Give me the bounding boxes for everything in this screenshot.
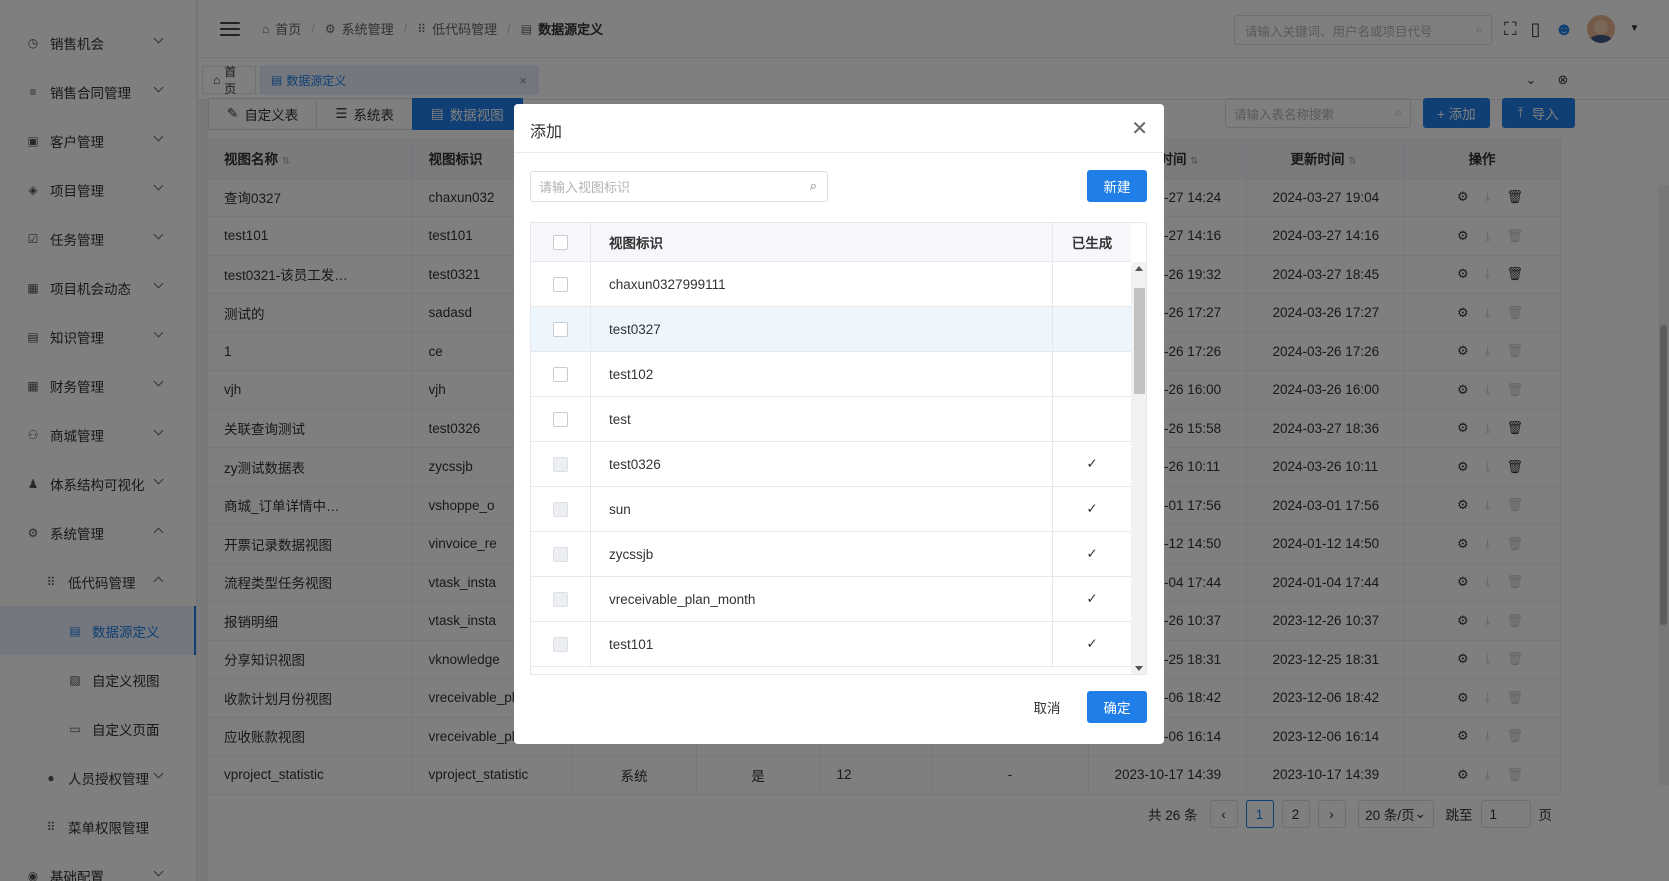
dialog-table-row[interactable]: chaxun0327999111 — [531, 262, 1131, 307]
dialog-table-header: 视图标识 已生成 — [531, 223, 1131, 262]
generated-check-icon: ✓ — [1086, 546, 1098, 561]
dialog-table-row[interactable]: test0327 — [531, 307, 1131, 352]
generated-check-icon — [1053, 352, 1131, 396]
dialog-table-row[interactable]: test — [531, 397, 1131, 442]
view-id-cell: zycssjb — [591, 532, 1053, 576]
select-all-checkbox[interactable] — [553, 234, 568, 250]
generated-check-icon: ✓ — [1086, 591, 1098, 606]
view-id-cell: test0327 — [591, 307, 1053, 351]
view-id-cell: test102 — [591, 352, 1053, 396]
view-id-cell: vreceivable_plan_month — [591, 577, 1053, 621]
view-id-cell: test — [591, 397, 1053, 441]
dialog-title: 添加 — [530, 124, 563, 141]
col-generated-header: 已生成 — [1071, 236, 1113, 251]
dialog-table-row[interactable]: test101 ✓ — [531, 622, 1131, 667]
view-list-table: 视图标识 已生成 chaxun0327999111 test0327 test102… — [530, 222, 1147, 675]
generated-check-icon — [1053, 262, 1131, 306]
row-checkbox[interactable] — [553, 411, 568, 427]
add-view-dialog: 添加 ✕ 请输入视图标识 ⌕ 新建 视图标识 已生成 chaxun0327999… — [514, 104, 1164, 744]
close-icon[interactable]: ✕ — [1131, 116, 1148, 141]
generated-check-icon: ✓ — [1086, 501, 1098, 516]
view-id-cell: test0326 — [591, 442, 1053, 486]
row-checkbox[interactable] — [553, 366, 568, 382]
row-checkbox — [553, 591, 568, 607]
scroll-thumb[interactable] — [1134, 288, 1145, 394]
cancel-button[interactable]: 取消 — [1017, 691, 1077, 723]
checkbox-cell — [531, 352, 591, 396]
checkbox-cell — [531, 532, 591, 576]
dialog-table-row[interactable]: sun ✓ — [531, 487, 1131, 532]
divider — [514, 152, 1164, 153]
generated-check-icon: ✓ — [1086, 636, 1098, 651]
generated-check-icon — [1053, 397, 1131, 441]
row-checkbox[interactable] — [553, 276, 568, 292]
checkbox-cell — [531, 262, 591, 306]
col-view-id-header: 视图标识 — [591, 223, 1053, 261]
dialog-table-row[interactable]: vreceivable_plan_month ✓ — [531, 577, 1131, 622]
generated-check-icon: ✓ — [1086, 456, 1098, 471]
checkbox-cell — [531, 487, 591, 531]
checkbox-cell — [531, 307, 591, 351]
dialog-table-row[interactable]: test0326 ✓ — [531, 442, 1131, 487]
dialog-table-row[interactable]: zycssjb ✓ — [531, 532, 1131, 577]
dialog-table-row[interactable]: test102 — [531, 352, 1131, 397]
confirm-button[interactable]: 确定 — [1087, 691, 1147, 723]
checkbox-cell — [531, 622, 591, 666]
dialog-scrollbar[interactable] — [1131, 262, 1146, 674]
view-id-search-input[interactable]: 请输入视图标识 ⌕ — [530, 171, 828, 202]
view-id-search-placeholder: 请输入视图标识 — [539, 180, 631, 195]
row-checkbox — [553, 501, 568, 517]
search-icon[interactable]: ⌕ — [810, 178, 817, 194]
checkbox-cell — [531, 577, 591, 621]
select-all-cell — [531, 223, 591, 261]
row-checkbox — [553, 456, 568, 472]
scroll-down-icon[interactable] — [1135, 666, 1143, 671]
app-root: ◷销售机会 ≡销售合同管理 ▣客户管理 ◈项目管理 ☑任务管理 ▦项目机会动态 … — [0, 0, 1669, 881]
new-button[interactable]: 新建 — [1087, 170, 1147, 202]
scroll-up-icon[interactable] — [1135, 266, 1143, 271]
view-id-cell: chaxun0327999111 — [591, 262, 1053, 306]
view-id-cell: test101 — [591, 622, 1053, 666]
row-checkbox — [553, 546, 568, 562]
generated-check-icon — [1053, 307, 1131, 351]
view-id-cell: sun — [591, 487, 1053, 531]
row-checkbox — [553, 636, 568, 652]
row-checkbox[interactable] — [553, 321, 568, 337]
checkbox-cell — [531, 442, 591, 486]
checkbox-cell — [531, 397, 591, 441]
